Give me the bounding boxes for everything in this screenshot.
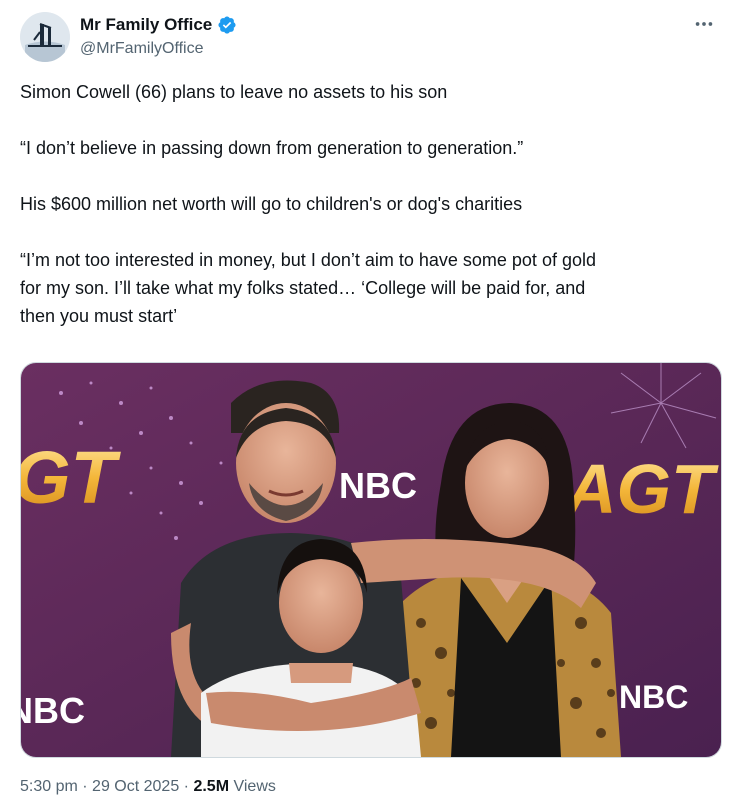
tweet-text-quote-line: for my son. I’ll take what my folks stat… bbox=[20, 278, 586, 298]
avatar-logo-icon bbox=[20, 12, 70, 62]
display-name-row: Mr Family Office bbox=[80, 14, 237, 36]
tweet-photo[interactable]: GT AGT NBC NBC NBC bbox=[20, 362, 722, 758]
tweet-text: Simon Cowell (66) plans to leave no asse… bbox=[20, 78, 720, 330]
tweet-text-line: His $600 million net worth will go to ch… bbox=[20, 194, 523, 214]
author-avatar[interactable] bbox=[20, 12, 70, 62]
verified-badge-icon bbox=[217, 15, 237, 35]
meta-separator: · bbox=[82, 778, 88, 795]
tweet-header: Mr Family Office @MrFamilyOffice bbox=[20, 10, 720, 66]
tweet-time[interactable]: 5:30 pm bbox=[20, 778, 78, 795]
more-dots-icon bbox=[695, 22, 713, 26]
agt-logo-right: AGT bbox=[564, 450, 719, 528]
tweet-text-quote-line: then you must start’ bbox=[20, 306, 178, 326]
more-options-button[interactable] bbox=[688, 12, 720, 36]
nbc-logo-center: NBC bbox=[339, 465, 417, 506]
photo-illustration: GT AGT NBC NBC NBC bbox=[21, 363, 721, 757]
tweet-text-quote: “I don’t believe in passing down from ge… bbox=[20, 138, 524, 158]
author-handle[interactable]: @MrFamilyOffice bbox=[80, 40, 237, 58]
views-label: Views bbox=[233, 778, 276, 795]
nbc-logo-left: NBC bbox=[21, 690, 85, 731]
meta-separator: · bbox=[183, 778, 189, 795]
views-count[interactable]: 2.5M bbox=[193, 778, 229, 795]
tweet-text-quote-line: “I’m not too interested in money, but I … bbox=[20, 250, 596, 270]
nbc-logo-right: NBC bbox=[619, 679, 688, 715]
author-name-block: Mr Family Office @MrFamilyOffice bbox=[80, 14, 237, 58]
tweet-date[interactable]: 29 Oct 2025 bbox=[92, 778, 179, 795]
author-display-name[interactable]: Mr Family Office bbox=[80, 15, 212, 35]
tweet-meta: 5:30 pm · 29 Oct 2025 · 2.5M Views bbox=[20, 778, 276, 796]
agt-logo-left: GT bbox=[21, 436, 122, 519]
tweet-text-line: Simon Cowell (66) plans to leave no asse… bbox=[20, 82, 448, 102]
tweet-card: Mr Family Office @MrFamilyOffice Simon C… bbox=[0, 0, 740, 806]
